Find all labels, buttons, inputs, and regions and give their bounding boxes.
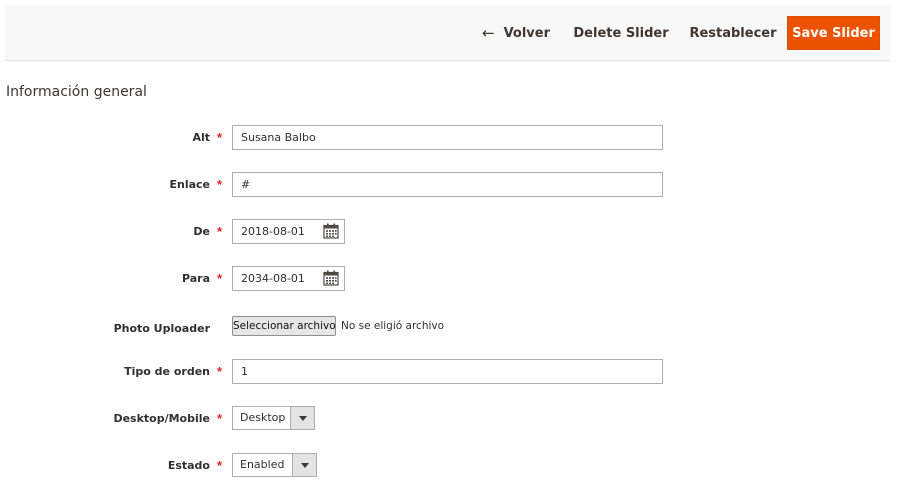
device-select-value: Desktop [240, 411, 286, 424]
delete-slider-button[interactable]: Delete Slider [573, 16, 668, 50]
calendar-icon[interactable] [323, 223, 339, 239]
required-marker: * [217, 411, 223, 426]
field-row-device: Desktop/Mobile * Desktop [0, 406, 898, 432]
field-row-enlace: Enlace * # [0, 172, 898, 198]
save-slider-button[interactable]: Save Slider [787, 16, 880, 50]
field-label-tipo-orden: Tipo de orden [124, 365, 210, 378]
de-date-input[interactable]: 2018-08-01 [232, 219, 345, 244]
reset-button[interactable]: Restablecer [689, 16, 777, 50]
field-row-photo: Photo Uploader Seleccionar archivo No se… [0, 314, 898, 340]
file-status-text: No se eligió archivo [341, 320, 445, 332]
field-label-para: Para [181, 272, 210, 285]
field-row-alt: Alt * Susana Balbo [0, 125, 898, 151]
tipo-orden-input[interactable]: 1 [232, 359, 663, 384]
back-button-label: Volver [503, 25, 551, 41]
estado-select-value: Enabled [240, 458, 285, 471]
field-row-tipo-orden: Tipo de orden * 1 [0, 359, 898, 385]
estado-select[interactable]: Enabled [232, 453, 317, 477]
required-marker: * [217, 177, 223, 192]
required-marker: * [217, 271, 223, 286]
field-row-de: De * 2018-08-01 [0, 219, 898, 245]
enlace-input[interactable]: # [232, 172, 663, 197]
chevron-down-icon [292, 454, 316, 476]
required-marker: * [217, 458, 223, 473]
field-row-estado: Estado * Enabled [0, 453, 898, 479]
back-button[interactable]: ← Volver [481, 16, 551, 50]
device-select[interactable]: Desktop [232, 406, 315, 430]
chevron-down-icon [290, 407, 314, 429]
required-marker: * [217, 224, 223, 239]
field-label-photo: Photo Uploader [113, 322, 210, 335]
calendar-icon[interactable] [323, 270, 339, 286]
field-label-de: De [193, 225, 210, 238]
choose-file-button[interactable]: Seleccionar archivo [232, 316, 336, 336]
page-actions-toolbar: ← Volver Delete Slider Restablecer Save … [5, 5, 890, 61]
required-marker: * [217, 364, 223, 379]
field-label-alt: Alt [192, 131, 210, 144]
field-row-para: Para * 2034-08-01 [0, 266, 898, 292]
arrow-left-icon: ← [481, 24, 495, 42]
field-label-estado: Estado [167, 459, 210, 472]
field-label-enlace: Enlace [169, 178, 210, 191]
field-label-device: Desktop/Mobile [113, 412, 210, 425]
para-date-value: 2034-08-01 [241, 272, 305, 285]
required-marker: * [217, 130, 223, 145]
section-title: Información general [6, 84, 147, 100]
de-date-value: 2018-08-01 [241, 225, 305, 238]
para-date-input[interactable]: 2034-08-01 [232, 266, 345, 291]
alt-input[interactable]: Susana Balbo [232, 125, 663, 150]
